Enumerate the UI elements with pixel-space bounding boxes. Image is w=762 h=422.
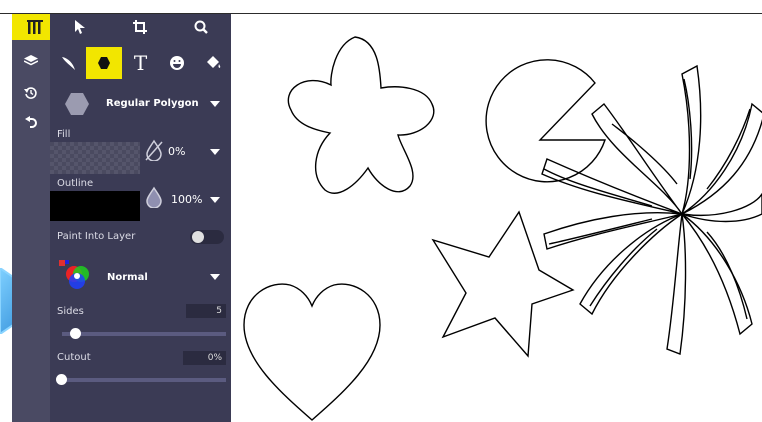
cutout-value[interactable]: 0% [183,351,226,365]
fill-opacity: 0% [168,145,186,158]
blend-mode-selector[interactable]: Normal [50,259,231,295]
drawing-canvas[interactable] [231,14,762,422]
sides-slider-knob[interactable] [70,328,81,339]
toggle-knob [192,231,204,243]
search-tool[interactable] [171,14,231,40]
flower-shape[interactable] [287,36,435,194]
undo-button[interactable] [12,112,50,134]
emoji-icon [169,56,184,70]
cutout-label: Cutout [57,352,91,363]
top-tool-row [50,14,231,40]
outline-opacity: 100% [171,193,203,206]
fill-label: Fill [57,129,71,140]
color-wheel-icon [59,260,89,289]
outline-swatch[interactable] [50,191,140,221]
pointer-icon [75,20,86,34]
paint-bucket-icon [206,56,221,68]
tools-icon [27,20,43,34]
brush-tool[interactable] [50,47,86,79]
app-window: T Regular Polygon Fill 0% Outline 100% P… [0,0,762,422]
fill-tool[interactable] [195,47,231,79]
blend-chevron-icon [210,274,220,280]
paint-into-layer-toggle[interactable] [190,230,224,244]
second-tool-row: T [50,47,231,79]
history-button[interactable] [12,82,50,104]
hexagon-icon [98,57,111,69]
text-icon: T [133,51,148,75]
blend-mode-value: Normal [107,272,148,283]
hexagon-preview-icon [65,93,89,115]
fill-chevron-icon[interactable] [210,149,220,155]
history-icon [24,87,37,99]
sides-slider[interactable] [62,332,226,336]
spiral-shape[interactable] [541,64,762,355]
text-tool[interactable]: T [122,47,158,79]
chevron-down-icon [210,101,220,107]
outline-label: Outline [57,178,94,189]
fill-swatch[interactable] [50,142,140,174]
shape-name: Regular Polygon [106,98,199,109]
emoji-tool[interactable] [159,47,195,79]
star-shape[interactable] [431,210,575,358]
opacity-drop-icon [146,186,162,208]
left-margin [0,14,12,422]
pointer-tool[interactable] [50,14,110,40]
search-icon [194,20,208,34]
cutout-slider[interactable] [62,378,226,382]
sides-value[interactable]: 5 [186,304,226,318]
undo-icon [25,116,37,128]
outline-chevron-icon[interactable] [210,197,220,203]
layers-icon [24,55,38,66]
shape-selector[interactable]: Regular Polygon [50,89,231,119]
shape-panel: T Regular Polygon Fill 0% Outline 100% P… [50,14,231,422]
brush-icon [62,57,76,70]
heart-shape[interactable] [243,283,381,421]
sides-label: Sides [57,306,84,317]
paint-into-layer-label: Paint Into Layer [57,231,136,242]
layers-button[interactable] [12,50,50,72]
crop-tool[interactable] [110,14,170,40]
shape-tool[interactable] [86,47,123,79]
cutout-slider-knob[interactable] [56,374,67,385]
crop-icon [133,20,148,34]
tool-rail [12,14,58,422]
no-fill-drop-icon [145,139,163,161]
